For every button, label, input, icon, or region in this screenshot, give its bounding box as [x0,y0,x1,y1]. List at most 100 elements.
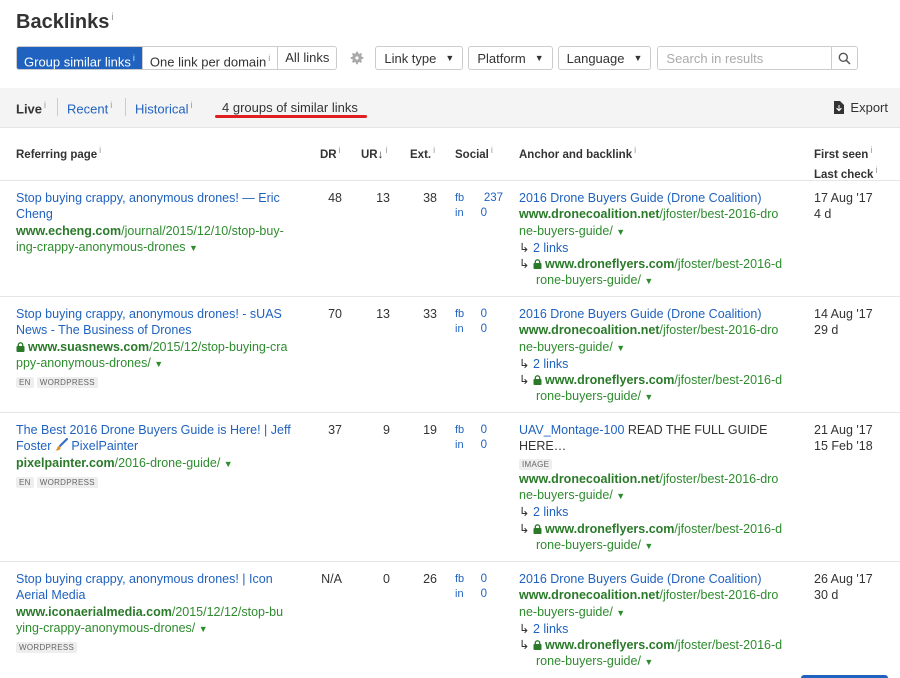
referring-page-cell: The Best 2016 Drone Buyers Guide is Here… [16,422,311,489]
referring-page-title[interactable]: Stop buying crappy, anonymous drones! — … [16,190,311,223]
column-header-first-seen[interactable]: First seen i Last check i [814,143,877,183]
caret-down-icon[interactable]: ▼ [644,541,653,551]
group-similar-links-button[interactable]: Group similar links i [17,47,143,69]
backlink-url[interactable]: www.dronecoalition.net/jfoster/best-2016… [519,587,799,621]
all-links-button[interactable]: All links [278,47,337,69]
facebook-count[interactable]: 0 [481,572,503,587]
dates-cell: 17 Aug '17 4 d [814,190,873,223]
column-header-ext[interactable]: Ext. i [410,143,435,163]
ext-value: 38 [423,191,437,205]
language-tag: EN [16,377,34,389]
dr-value: N/A [321,572,342,586]
table-row: Stop buying crappy, anonymous drones! - … [0,296,900,412]
similar-backlink-url[interactable]: ↳ www.droneflyers.com/jfoster/best-2016-… [519,521,799,555]
sub-arrow-icon: ↳ [519,638,530,653]
caret-down-icon[interactable]: ▼ [644,276,653,286]
facebook-icon: fb [455,424,465,436]
tab-recent[interactable]: Recent i [67,100,112,116]
column-header-dr[interactable]: DR i [320,143,341,163]
caret-down-icon[interactable]: ▼ [644,392,653,402]
divider [125,98,126,116]
gear-icon[interactable] [344,46,370,70]
sub-arrow-icon: ↳ [519,505,530,520]
grouping-segmented-control: Group similar links i One link per domain… [16,46,338,70]
search-input[interactable] [658,47,832,69]
referring-page-title[interactable]: Stop buying crappy, anonymous drones! | … [16,571,311,604]
linkedin-count[interactable]: 0 [481,587,503,602]
referring-page-url[interactable]: www.iconaerialmedia.com/2015/12/12/stop-… [16,604,311,638]
sub-arrow-icon: ↳ [519,240,530,255]
caret-down-icon[interactable]: ▼ [154,359,163,369]
linkedin-icon: in [455,323,464,335]
export-button[interactable]: Export [833,100,888,115]
ur-value: 9 [383,423,390,437]
anchor-text[interactable]: 2016 Drone Buyers Guide (Drone Coalition… [519,306,799,322]
dates-cell: 21 Aug '17 15 Feb '18 [814,422,873,455]
linkedin-count[interactable]: 0 [481,206,503,221]
caret-down-icon[interactable]: ▼ [616,608,625,618]
info-icon: i [111,12,114,24]
toolbar: Group similar links i One link per domain… [16,46,859,70]
anchor-cell: 2016 Drone Buyers Guide (Drone Coalition… [519,190,799,290]
referring-page-cell: Stop buying crappy, anonymous drones! - … [16,306,311,389]
search-button[interactable] [831,47,858,69]
caret-down-icon[interactable]: ▼ [616,227,625,237]
caret-down-icon[interactable]: ▼ [199,624,208,634]
one-link-per-domain-button[interactable]: One link per domain i [142,47,279,69]
similar-backlink-url[interactable]: ↳ www.droneflyers.com/jfoster/best-2016-… [519,372,799,406]
backlink-url[interactable]: www.dronecoalition.net/jfoster/best-2016… [519,471,799,505]
anchor-text[interactable]: 2016 Drone Buyers Guide (Drone Coalition… [519,190,799,206]
referring-page-title[interactable]: Stop buying crappy, anonymous drones! - … [16,306,311,339]
similar-backlink-url[interactable]: ↳ www.droneflyers.com/jfoster/best-2016-… [519,637,799,671]
last-check-date: 30 d [814,588,839,603]
backlink-url[interactable]: www.dronecoalition.net/jfoster/best-2016… [519,206,799,240]
social-cell: fb 0 in 0 [455,423,503,453]
column-header-social[interactable]: Social i [455,143,493,163]
similar-links-toggle[interactable]: ↳ 2 links [519,504,799,520]
similar-links-toggle[interactable]: ↳ 2 links [519,621,799,637]
link-type-dropdown[interactable]: Link type ▼ [375,46,464,70]
caret-down-icon: ▼ [633,53,643,63]
linkedin-count[interactable]: 0 [481,322,503,337]
language-tag: EN [16,476,34,488]
similar-links-toggle[interactable]: ↳ 2 links [519,240,799,256]
linkedin-icon: in [455,207,464,219]
referring-page-url[interactable]: www.suasnews.com/2015/12/stop-buying-cra… [16,339,311,373]
groups-count: 4 groups of similar links [222,100,358,115]
lock-icon [16,341,25,352]
lock-icon [533,259,542,270]
column-header-referring-page[interactable]: Referring page i [16,143,101,163]
tab-historical[interactable]: Historical i [135,100,192,116]
tab-live[interactable]: Live i [16,100,46,116]
caret-down-icon[interactable]: ▼ [616,491,625,501]
platform-dropdown[interactable]: Platform ▼ [468,46,553,70]
referring-page-cell: Stop buying crappy, anonymous drones! — … [16,190,311,256]
caret-down-icon[interactable]: ▼ [616,343,625,353]
social-cell: fb 237 in 0 [455,191,503,221]
anchor-image-link[interactable]: UAV_Montage-100 [519,423,624,437]
anchor-text[interactable]: 2016 Drone Buyers Guide (Drone Coalition… [519,571,799,587]
last-check-date: 29 d [814,323,839,338]
column-header-anchor[interactable]: Anchor and backlink i [519,143,636,163]
referring-page-title[interactable]: The Best 2016 Drone Buyers Guide is Here… [16,422,311,455]
facebook-count[interactable]: 0 [481,423,503,438]
facebook-count[interactable]: 0 [481,307,503,322]
tabs-bar: Live i Recent i Historical i 4 groups of si… [0,88,900,128]
dates-cell: 14 Aug '17 29 d [814,306,873,339]
ur-value: 13 [376,307,390,321]
first-seen-date: 17 Aug '17 [814,191,873,205]
language-dropdown[interactable]: Language ▼ [557,46,652,70]
similar-links-toggle[interactable]: ↳ 2 links [519,356,799,372]
caret-down-icon[interactable]: ▼ [189,243,198,253]
anchor-text: UAV_Montage-100 READ THE FULL GUIDE HERE… [519,423,768,454]
referring-page-url[interactable]: pixelpainter.com/2016-drone-guide/ ▼ [16,455,311,472]
backlink-url[interactable]: www.dronecoalition.net/jfoster/best-2016… [519,322,799,356]
facebook-count[interactable]: 237 [484,191,503,206]
caret-down-icon[interactable]: ▼ [644,657,653,667]
caret-down-icon[interactable]: ▼ [224,459,233,469]
similar-backlink-url[interactable]: ↳ www.droneflyers.com/jfoster/best-2016-… [519,256,799,290]
dates-cell: 26 Aug '17 30 d [814,571,873,604]
referring-page-url[interactable]: www.echeng.com/journal/2015/12/10/stop-b… [16,223,311,257]
linkedin-count[interactable]: 0 [481,438,503,453]
column-header-ur[interactable]: UR↓ i [361,143,387,163]
